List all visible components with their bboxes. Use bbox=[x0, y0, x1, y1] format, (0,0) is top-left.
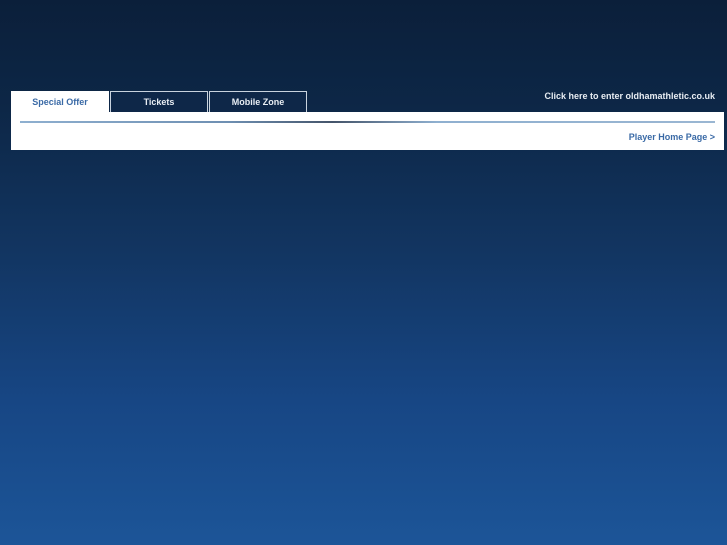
tab-content-panel: Player Home Page > bbox=[11, 112, 724, 150]
divider bbox=[20, 121, 715, 123]
tab-special-offer[interactable]: Special Offer bbox=[11, 91, 109, 112]
tab-mobile-zone[interactable]: Mobile Zone bbox=[209, 91, 307, 112]
tab-bar: Special Offer Tickets Mobile Zone bbox=[11, 91, 307, 112]
tab-tickets[interactable]: Tickets bbox=[110, 91, 208, 112]
player-home-page-link[interactable]: Player Home Page > bbox=[629, 132, 715, 142]
enter-site-link[interactable]: Click here to enter oldhamathletic.co.uk bbox=[544, 91, 715, 101]
